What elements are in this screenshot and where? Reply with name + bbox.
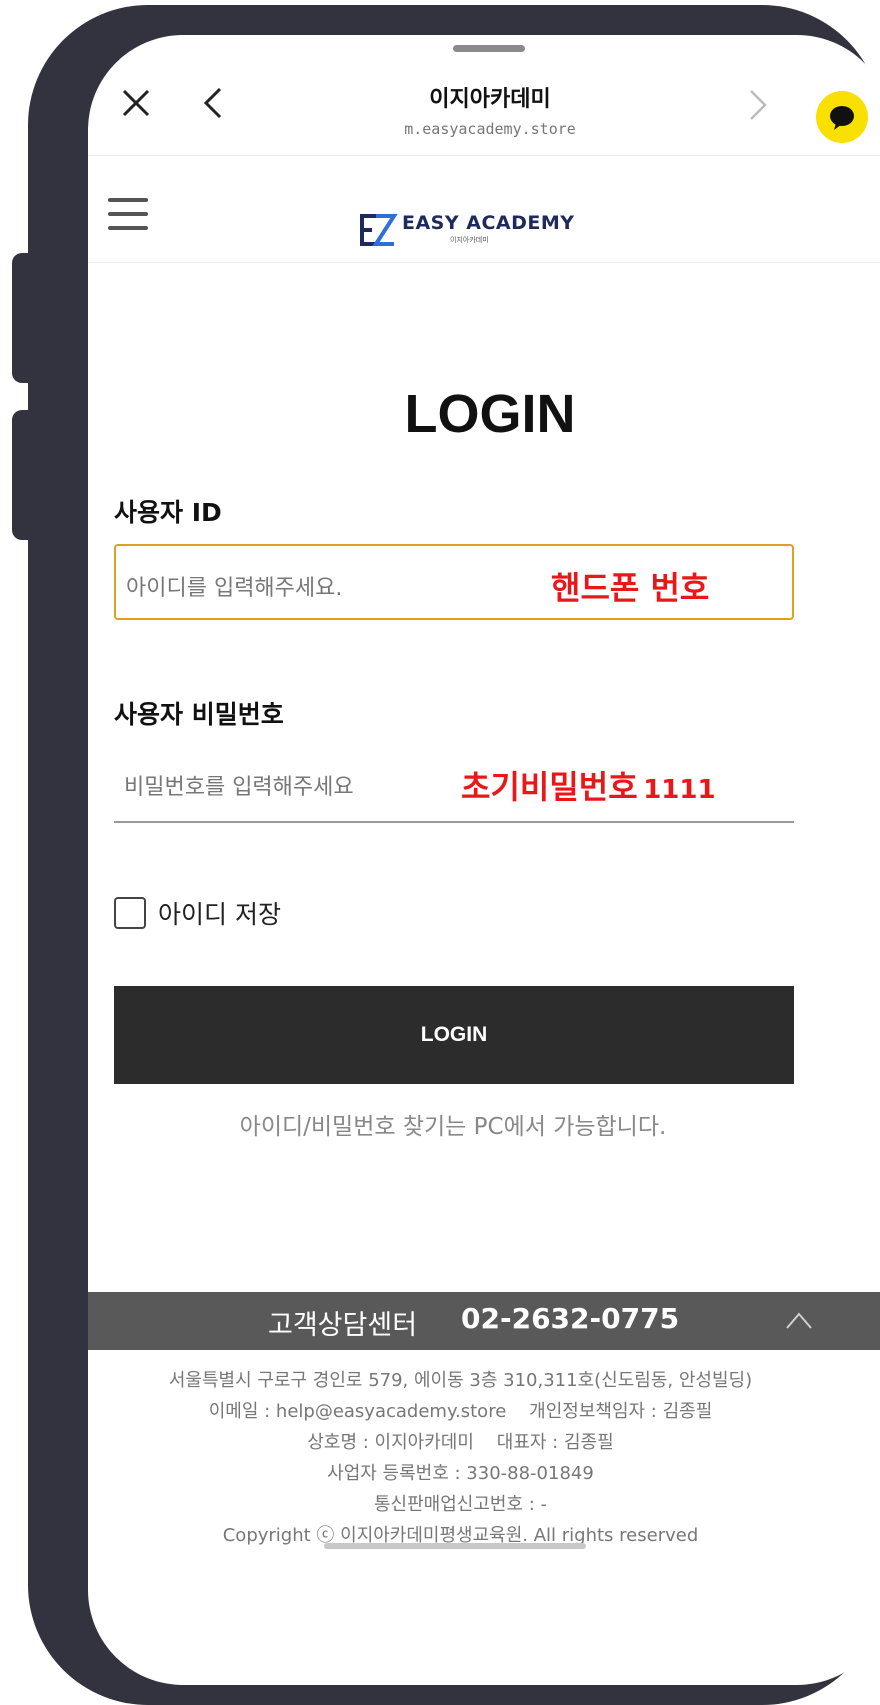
footer-address: 서울특별시 구로구 경인로 579, 에이동 3층 310,311호(신도림동,… xyxy=(168,1370,753,1391)
chevron-up-icon[interactable] xyxy=(784,1308,814,1332)
password-hint-annotation: 초기비밀번호 1111 xyxy=(461,762,716,808)
kakao-chat-icon xyxy=(830,106,854,130)
phone-frame: 이지아카데미 m.easyacademy.store EASY ACADEMY … xyxy=(28,5,880,1705)
hamburger-menu-icon[interactable] xyxy=(108,194,148,234)
page-title: LOGIN xyxy=(404,384,576,444)
footer-email-line: 이메일 : help@easyacademy.store 개인정보책임자 : 김… xyxy=(208,1401,713,1422)
customer-center-bar: 고객상담센터 02-2632-0775 xyxy=(88,1292,880,1350)
kakao-chat-button[interactable] xyxy=(816,91,868,143)
user-id-placeholder: 아이디를 입력해주세요. xyxy=(126,576,343,601)
password-placeholder: 비밀번호를 입력해주세요 xyxy=(124,775,354,800)
password-hint-text: 초기비밀번호 xyxy=(461,768,638,806)
customer-center-label: 고객상담센터 xyxy=(268,1310,418,1341)
site-footer: 서울특별시 구로구 경인로 579, 에이동 3층 310,311호(신도림동,… xyxy=(88,1365,833,1551)
logo-subtext: 이지아카데미 xyxy=(450,236,489,244)
remember-id-label: 아이디 저장 xyxy=(158,900,281,929)
footer-company-line: 상호명 : 이지아카데미 대표자 : 김종필 xyxy=(307,1432,614,1453)
browser-topbar: 이지아카데미 m.easyacademy.store xyxy=(88,35,880,156)
site-header: EASY ACADEMY 이지아카데미 xyxy=(88,156,880,263)
find-account-notice: 아이디/비밀번호 찾기는 PC에서 가능합니다. xyxy=(239,1114,667,1140)
footer-business-number: 사업자 등록번호 : 330-88-01849 xyxy=(327,1463,594,1484)
login-button[interactable]: LOGIN xyxy=(114,986,794,1084)
footer-mail-order-number: 통신판매업신고번호 : - xyxy=(373,1494,548,1515)
home-indicator[interactable] xyxy=(324,1543,586,1549)
ez-logo-icon xyxy=(360,214,398,246)
forward-arrow-icon[interactable] xyxy=(743,87,773,123)
logo-text: EASY ACADEMY xyxy=(402,212,575,234)
user-id-label: 사용자 ID xyxy=(114,498,222,527)
password-label: 사용자 비밀번호 xyxy=(114,700,284,729)
password-hint-number: 1111 xyxy=(643,775,716,805)
phone-screen: 이지아카데미 m.easyacademy.store EASY ACADEMY … xyxy=(88,35,880,1685)
checkbox-box[interactable] xyxy=(114,897,146,929)
customer-center-phone[interactable]: 02-2632-0775 xyxy=(461,1302,679,1335)
id-hint-annotation: 핸드폰 번호 xyxy=(551,569,710,607)
site-logo[interactable]: EASY ACADEMY 이지아카데미 xyxy=(358,210,618,256)
